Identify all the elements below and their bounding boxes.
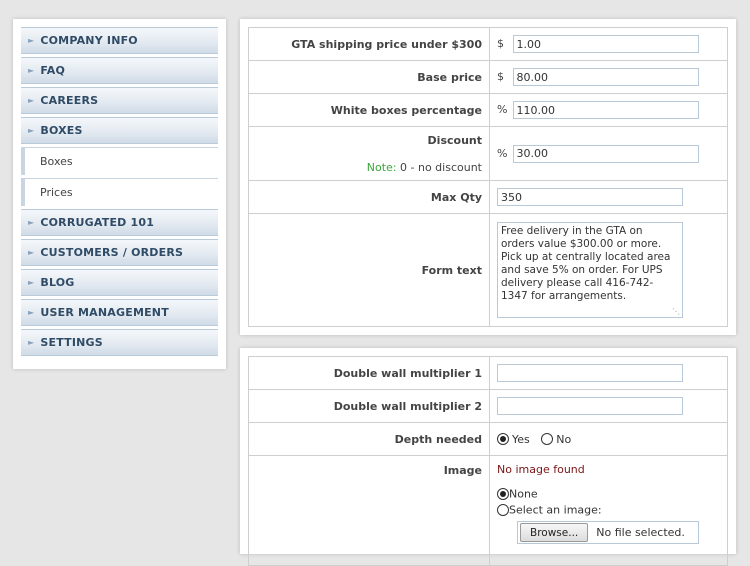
sidebar-item-label: BLOG (40, 276, 75, 289)
gta-shipping-label: GTA shipping price under $300 (248, 27, 490, 61)
form-cell (489, 180, 728, 214)
image-none-radio[interactable] (497, 488, 509, 500)
dw-multiplier-2-input[interactable] (497, 397, 683, 415)
sidebar-item-label: CORRUGATED 101 (40, 216, 155, 229)
form-text-textarea[interactable]: Free delivery in the GTA on orders value… (497, 222, 683, 318)
form-text-wrapper: Free delivery in the GTA on orders value… (497, 222, 683, 318)
dw-multiplier-1-input[interactable] (497, 364, 683, 382)
no-image-status: No image found (497, 463, 585, 476)
sidebar-item-label: SETTINGS (40, 336, 103, 349)
sidebar-subitem-label: Prices (40, 186, 73, 199)
gta-shipping-input[interactable] (512, 35, 699, 53)
image-none-option: None (497, 487, 720, 501)
depth-yes-radio[interactable] (497, 433, 509, 446)
currency-symbol: $ (497, 70, 504, 83)
base-price-input[interactable] (512, 68, 699, 86)
dw-multiplier-1-label: Double wall multiplier 1 (248, 356, 490, 390)
arrow-right-icon: ► (28, 36, 35, 45)
browse-button[interactable]: Browse... (520, 523, 589, 542)
box-options-table: Double wall multiplier 1 Double wall mul… (248, 356, 728, 566)
prices-form-table: GTA shipping price under $300 $ Base pri… (248, 27, 728, 327)
sidebar-item-label: COMPANY INFO (40, 34, 138, 47)
form-row: Base price $ (248, 60, 728, 94)
arrow-right-icon: ► (28, 338, 35, 347)
arrow-right-icon: ► (28, 278, 35, 287)
sidebar-item-corrugated-101[interactable]: ► CORRUGATED 101 (21, 209, 218, 236)
sidebar-nav: ► COMPANY INFO ► FAQ ► CAREERS ► BOXES B… (13, 19, 226, 369)
box-options-panel: Double wall multiplier 1 Double wall mul… (240, 348, 736, 566)
file-upload-box: Browse... No file selected. (517, 521, 699, 544)
form-row: Double wall multiplier 2 (248, 389, 728, 423)
arrow-right-icon: ► (28, 96, 35, 105)
sidebar-item-careers[interactable]: ► CAREERS (21, 87, 218, 114)
arrow-right-icon: ► (28, 66, 35, 75)
form-cell (489, 356, 728, 390)
sidebar-item-settings[interactable]: ► SETTINGS (21, 329, 218, 356)
depth-no-label: No (556, 432, 572, 446)
discount-note: Note: 0 - no discount (253, 161, 482, 174)
arrow-right-icon: ► (28, 308, 35, 317)
percent-symbol: % (497, 146, 508, 160)
discount-label: Discount (427, 133, 482, 147)
form-row: Image No image found None Select an imag… (248, 455, 728, 566)
sidebar-item-user-management[interactable]: ► USER MANAGEMENT (21, 299, 218, 326)
form-cell: % (489, 126, 728, 181)
form-row: Form text Free delivery in the GTA on or… (248, 213, 728, 327)
discount-label-cell: Discount Note: 0 - no discount (248, 126, 490, 181)
sidebar-item-label: BOXES (40, 124, 83, 137)
arrow-right-icon: ► (28, 248, 35, 257)
sidebar-subitem-prices[interactable]: Prices (21, 178, 218, 206)
percent-symbol: % (497, 103, 508, 116)
sidebar-item-label: CUSTOMERS / ORDERS (40, 246, 184, 259)
prices-panel: GTA shipping price under $300 $ Base pri… (240, 19, 736, 335)
form-text-label: Form text (248, 213, 490, 327)
sidebar-item-label: CAREERS (40, 94, 99, 107)
max-qty-label: Max Qty (248, 180, 490, 214)
form-cell: Yes No (489, 422, 728, 456)
sidebar-item-blog[interactable]: ► BLOG (21, 269, 218, 296)
form-row: Max Qty (248, 180, 728, 214)
image-select-radio[interactable] (497, 503, 509, 516)
image-none-label: None (509, 487, 538, 501)
form-cell: % (489, 93, 728, 127)
dw-multiplier-2-label: Double wall multiplier 2 (248, 389, 490, 423)
form-row: GTA shipping price under $300 $ (248, 27, 728, 61)
file-status: No file selected. (596, 526, 685, 539)
white-boxes-label: White boxes percentage (248, 93, 490, 127)
image-select-option: Select an image: (497, 503, 720, 516)
arrow-right-icon: ► (28, 218, 35, 227)
form-row: White boxes percentage % (248, 93, 728, 127)
depth-needed-label: Depth needed (248, 422, 490, 456)
form-cell: $ (489, 27, 728, 61)
sidebar-item-faq[interactable]: ► FAQ (21, 57, 218, 84)
note-key: Note: (366, 160, 397, 174)
sidebar-subitem-boxes[interactable]: Boxes (21, 147, 218, 175)
sidebar-item-label: USER MANAGEMENT (40, 306, 169, 319)
currency-symbol: $ (497, 37, 504, 50)
base-price-label: Base price (248, 60, 490, 94)
sidebar-item-company-info[interactable]: ► COMPANY INFO (21, 27, 218, 54)
depth-no-radio[interactable] (541, 433, 554, 446)
sidebar-subitem-label: Boxes (40, 155, 73, 168)
form-row: Double wall multiplier 1 (248, 356, 728, 390)
form-cell: Free delivery in the GTA on orders value… (489, 213, 728, 327)
resize-grip-icon[interactable]: ⋱ (672, 307, 680, 316)
form-cell (489, 389, 728, 423)
image-select-label: Select an image: (509, 503, 602, 516)
form-row: Depth needed Yes No (248, 422, 728, 456)
note-text: 0 - no discount (396, 160, 482, 174)
image-label: Image (248, 455, 490, 566)
white-boxes-input[interactable] (512, 101, 699, 119)
form-cell: No image found None Select an image: Bro… (489, 455, 728, 566)
sidebar-item-boxes[interactable]: ► BOXES (21, 117, 218, 144)
sidebar-item-label: FAQ (40, 64, 66, 77)
discount-input[interactable] (512, 144, 699, 163)
form-row: Discount Note: 0 - no discount % (248, 126, 728, 181)
sidebar-item-customers-orders[interactable]: ► CUSTOMERS / ORDERS (21, 239, 218, 266)
form-cell: $ (489, 60, 728, 94)
max-qty-input[interactable] (497, 188, 683, 206)
depth-yes-label: Yes (512, 432, 530, 446)
arrow-right-icon: ► (28, 126, 35, 135)
